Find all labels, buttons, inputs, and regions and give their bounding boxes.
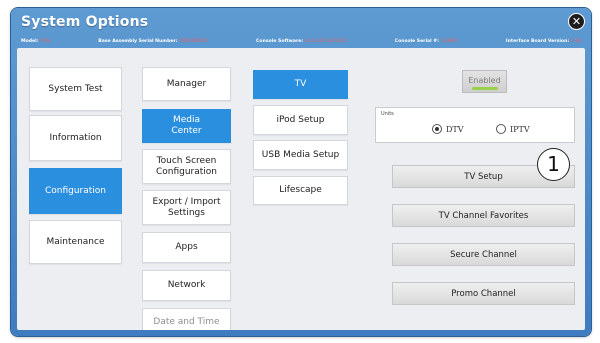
config-touch-screen[interactable]: Touch Screen Configuration	[142, 149, 231, 184]
config-network[interactable]: Network	[142, 270, 231, 301]
callout-marker: 1	[537, 148, 570, 181]
console-software-info: Console Software: v2.12.02.1201211	[256, 39, 348, 44]
interface-board-info: Interface Board Version: 0.18	[505, 39, 581, 44]
units-label: Units	[381, 111, 394, 117]
units-option-dtv-label: DTV	[446, 124, 464, 134]
system-options-window: System Options ✕ Model: 91fe Base Assemb…	[11, 8, 591, 336]
nav-system-test[interactable]: System Test	[29, 67, 122, 111]
nav-maintenance[interactable]: Maintenance	[29, 220, 122, 264]
nav-configuration[interactable]: Configuration	[29, 168, 122, 214]
units-option-iptv-label: IPTV	[510, 124, 530, 134]
units-option-dtv[interactable]: DTV	[432, 124, 464, 134]
radio-selected-icon	[432, 124, 442, 134]
info-bar: Model: 91fe Base Assembly Serial Number:…	[17, 36, 585, 47]
tv-channel-favorites-button[interactable]: TV Channel Favorites	[392, 204, 575, 227]
radio-unselected-icon	[496, 124, 506, 134]
secure-channel-button[interactable]: Secure Channel	[392, 243, 575, 266]
media-lifescape[interactable]: Lifescape	[253, 176, 348, 205]
units-selector: Units DTV IPTV	[375, 107, 575, 143]
config-export-import[interactable]: Export / Import Settings	[142, 190, 231, 225]
media-usb-setup[interactable]: USB Media Setup	[253, 140, 348, 170]
config-apps[interactable]: Apps	[142, 232, 231, 263]
config-media-center[interactable]: Media Center	[142, 109, 231, 143]
config-manager[interactable]: Manager	[142, 67, 231, 101]
promo-channel-button[interactable]: Promo Channel	[392, 282, 575, 305]
config-date-time[interactable]: Date and Time	[142, 308, 231, 330]
model-info: Model: 91fe	[21, 39, 51, 44]
enabled-label: Enabled	[468, 75, 501, 85]
media-tv[interactable]: TV	[253, 70, 348, 99]
enabled-indicator	[472, 87, 498, 90]
media-ipod-setup[interactable]: iPod Setup	[253, 105, 348, 135]
base-serial-info: Base Assembly Serial Number: TE01000011	[98, 39, 209, 44]
content-panel: System Test Information Configuration Ma…	[17, 48, 585, 330]
console-serial-info: Console Serial #: 123987	[394, 39, 459, 44]
close-icon[interactable]: ✕	[568, 13, 585, 30]
window-title: System Options	[21, 14, 149, 30]
nav-information[interactable]: Information	[29, 115, 122, 161]
units-option-iptv[interactable]: IPTV	[496, 124, 530, 134]
